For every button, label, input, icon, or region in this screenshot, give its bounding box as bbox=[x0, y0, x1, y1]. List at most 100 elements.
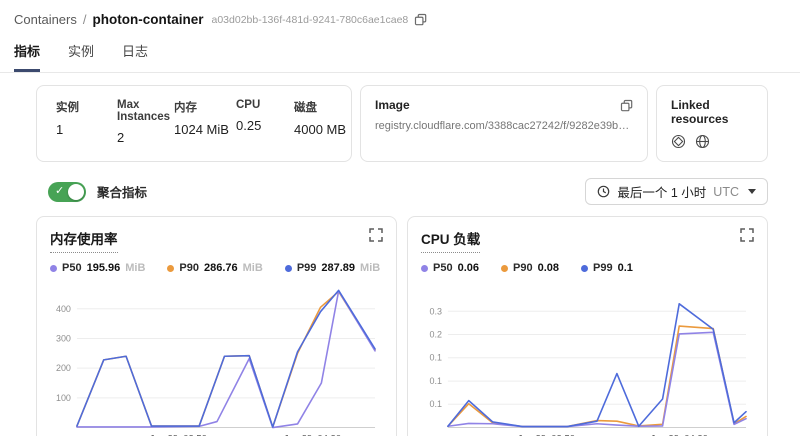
image-registry-path: registry.cloudflare.com/3388cac27242/f/9… bbox=[375, 120, 633, 132]
legend-series-value: 286.76 bbox=[204, 262, 238, 274]
image-card: Image registry.cloudflare.com/3388cac272… bbox=[360, 85, 648, 162]
series-line-p50 bbox=[77, 291, 375, 428]
legend-series-unit: MiB bbox=[125, 262, 145, 274]
tab-logs[interactable]: 日志 bbox=[122, 41, 148, 72]
legend-series-value: 195.96 bbox=[87, 262, 121, 274]
linked-resources-card: Linked resources bbox=[656, 85, 768, 162]
svg-text:400: 400 bbox=[56, 304, 71, 314]
legend-series-name: P99 bbox=[593, 262, 613, 274]
expand-chart-button[interactable] bbox=[369, 228, 383, 242]
legend-series-name: P50 bbox=[433, 262, 453, 274]
breadcrumb-separator: / bbox=[83, 12, 87, 27]
legend-series-unit: MiB bbox=[243, 262, 263, 274]
legend-series-name: P50 bbox=[62, 262, 82, 274]
legend-dot bbox=[167, 265, 174, 272]
aggregate-metrics-label: 聚合指标 bbox=[97, 182, 147, 201]
stat-value: 4000 MB bbox=[294, 122, 346, 137]
copy-icon bbox=[620, 99, 633, 112]
controls-row: ✓ 聚合指标 最后一个 1 小时 UTC bbox=[36, 178, 768, 205]
stat-label: CPU bbox=[236, 99, 294, 111]
chart-canvas[interactable]: 100200300400Jun 29, 03:50Jun 29, 04:30Ti… bbox=[50, 278, 383, 436]
series-line-p90 bbox=[77, 292, 375, 427]
cpu-load-chart[interactable]: 0.10.10.10.20.3Jun 29, 03:50Jun 29, 04:3… bbox=[421, 278, 754, 436]
legend-item-p50[interactable]: P50 195.96 MiB bbox=[50, 262, 145, 274]
legend-item-p50[interactable]: P50 0.06 bbox=[421, 262, 479, 274]
series-line-p50 bbox=[448, 332, 746, 426]
time-zone-value: UTC bbox=[713, 185, 739, 199]
svg-text:0.3: 0.3 bbox=[429, 306, 441, 316]
legend-dot bbox=[50, 265, 57, 272]
stat-cpu: CPU 0.25 bbox=[236, 99, 294, 149]
legend-dot bbox=[285, 265, 292, 272]
chart-legend: P50 0.06 P90 0.08 P99 0.1 bbox=[421, 262, 754, 274]
legend-series-name: P90 bbox=[513, 262, 533, 274]
globe-icon[interactable] bbox=[695, 134, 710, 149]
stat-disk: 磁盘 4000 MB bbox=[294, 99, 346, 149]
legend-item-p90[interactable]: P90 286.76 MiB bbox=[167, 262, 262, 274]
svg-text:0.1: 0.1 bbox=[429, 376, 441, 386]
stat-label: 内存 bbox=[174, 99, 236, 115]
stat-value: 1024 MiB bbox=[174, 122, 236, 137]
workers-icon[interactable] bbox=[671, 134, 686, 149]
legend-item-p90[interactable]: P90 0.08 bbox=[501, 262, 559, 274]
linked-resources-label: Linked resources bbox=[671, 98, 753, 126]
check-icon: ✓ bbox=[55, 184, 64, 197]
container-stats-card: 实例 1 Max Instances 2 内存 1024 MiB CPU 0.2… bbox=[36, 85, 352, 162]
legend-dot bbox=[501, 265, 508, 272]
chart-title-memory[interactable]: 内存使用率 bbox=[50, 228, 118, 253]
breadcrumb: Containers / photon-container a03d02bb-1… bbox=[0, 0, 800, 27]
chart-canvas[interactable]: 0.10.10.10.20.3Jun 29, 03:50Jun 29, 04:3… bbox=[421, 278, 754, 436]
stat-label: Max Instances bbox=[117, 99, 174, 123]
tab-instances[interactable]: 实例 bbox=[68, 41, 94, 72]
legend-dot bbox=[421, 265, 428, 272]
svg-text:0.2: 0.2 bbox=[429, 329, 441, 339]
toggle-knob bbox=[68, 184, 84, 200]
copy-image-button[interactable] bbox=[620, 99, 633, 112]
clock-icon bbox=[597, 185, 610, 198]
svg-text:200: 200 bbox=[56, 363, 71, 373]
cpu-load-chart-card: CPU 负载 P50 0.06 P90 0.08 P99 0.1 0.1 0.1 0.1 0.2… bbox=[407, 216, 768, 436]
tab-metrics[interactable]: 指标 bbox=[14, 41, 40, 72]
main-content: 实例 1 Max Instances 2 内存 1024 MiB CPU 0.2… bbox=[0, 73, 800, 436]
legend-series-name: P99 bbox=[297, 262, 317, 274]
stat-label: 实例 bbox=[56, 99, 117, 115]
memory-usage-chart-card: 内存使用率 P50 195.96 MiB P90 286.76 MiB P99 287.89 M… bbox=[36, 216, 397, 436]
tab-bar: 指标 实例 日志 bbox=[0, 27, 800, 73]
legend-series-value: 0.06 bbox=[458, 262, 479, 274]
svg-text:300: 300 bbox=[56, 333, 71, 343]
legend-series-value: 0.1 bbox=[618, 262, 633, 274]
page-title: photon-container bbox=[93, 12, 204, 27]
time-range-select[interactable]: 最后一个 1 小时 UTC bbox=[585, 178, 768, 205]
stat-value: 2 bbox=[117, 130, 174, 145]
stat-label: 磁盘 bbox=[294, 99, 346, 115]
legend-dot bbox=[581, 265, 588, 272]
legend-series-name: P90 bbox=[179, 262, 199, 274]
image-card-label: Image bbox=[375, 98, 410, 112]
stat-memory: 内存 1024 MiB bbox=[174, 99, 236, 149]
series-line-p90 bbox=[448, 326, 746, 426]
stat-value: 0.25 bbox=[236, 118, 294, 133]
chevron-down-icon bbox=[748, 189, 756, 194]
expand-chart-button[interactable] bbox=[740, 228, 754, 242]
legend-series-value: 287.89 bbox=[321, 262, 355, 274]
legend-series-unit: MiB bbox=[360, 262, 380, 274]
svg-text:100: 100 bbox=[56, 393, 71, 403]
legend-item-p99[interactable]: P99 0.1 bbox=[581, 262, 633, 274]
series-line-p99 bbox=[77, 290, 375, 427]
memory-usage-chart[interactable]: 100200300400Jun 29, 03:50Jun 29, 04:30Ti… bbox=[50, 278, 383, 436]
expand-icon bbox=[740, 228, 754, 242]
svg-text:0.1: 0.1 bbox=[429, 399, 441, 409]
time-range-value: 最后一个 1 小时 bbox=[617, 182, 706, 201]
chart-title-cpu[interactable]: CPU 负载 bbox=[421, 228, 480, 253]
chart-legend: P50 195.96 MiB P90 286.76 MiB P99 287.89 MiB bbox=[50, 262, 383, 274]
legend-series-value: 0.08 bbox=[538, 262, 559, 274]
series-line-p99 bbox=[448, 304, 746, 427]
summary-cards-row: 实例 1 Max Instances 2 内存 1024 MiB CPU 0.2… bbox=[36, 85, 768, 162]
copy-id-button[interactable] bbox=[414, 13, 427, 26]
stat-instances: 实例 1 bbox=[56, 99, 117, 149]
expand-icon bbox=[369, 228, 383, 242]
breadcrumb-containers-link[interactable]: Containers bbox=[14, 12, 77, 27]
legend-item-p99[interactable]: P99 287.89 MiB bbox=[285, 262, 380, 274]
aggregate-metrics-toggle[interactable]: ✓ bbox=[48, 182, 86, 202]
copy-icon bbox=[414, 13, 427, 26]
